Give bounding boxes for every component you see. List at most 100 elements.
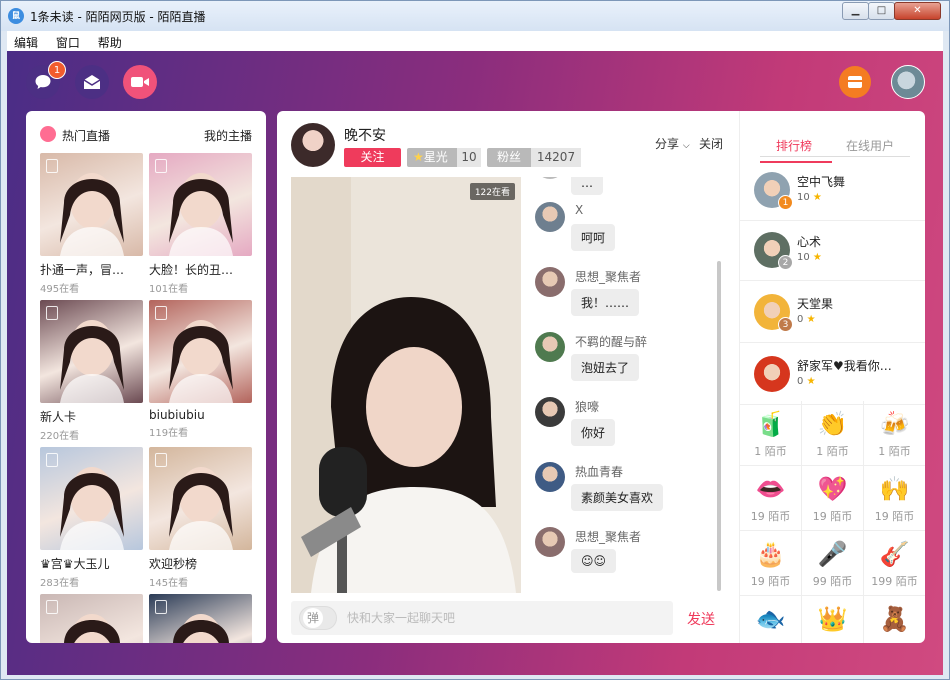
follow-button[interactable]: 关注 (344, 148, 401, 167)
chat-avatar[interactable] (535, 177, 565, 179)
menu-help[interactable]: 帮助 (91, 31, 129, 51)
gift-price: 19 陌币 (812, 510, 853, 523)
chat-avatar[interactable] (535, 397, 565, 427)
tab-ranking[interactable]: 排行榜 (759, 137, 833, 163)
live-video[interactable]: 122在看 (291, 177, 521, 593)
gift-price: 199 陌币 (871, 575, 918, 588)
share-button[interactable]: 分享 ⌵ (655, 135, 690, 152)
gift-icon: 💖 (817, 475, 848, 503)
chat-username[interactable]: 不羁的醒与醉 (575, 333, 647, 350)
chat-avatar[interactable] (535, 527, 565, 557)
gift-item[interactable]: 🧸 (864, 596, 925, 643)
live-camera-button[interactable] (123, 65, 157, 99)
title-bar: 鼠 1条未读 - 陌陌网页版 - 陌陌直播 ▁ □ ✕ (1, 1, 949, 31)
gift-item[interactable]: 👏 1 陌币 (802, 401, 864, 466)
starlight-value: 10 (457, 148, 481, 167)
chat-input-bar: 弹 (291, 601, 673, 635)
ranking-score: 10 ★ (797, 252, 822, 263)
gift-icon: 👑 (817, 605, 848, 633)
gift-item[interactable]: 💖 19 陌币 (802, 466, 864, 531)
danmaku-toggle[interactable]: 弹 (299, 606, 337, 630)
wallet-button[interactable] (839, 66, 871, 98)
chat-button[interactable]: 1 (26, 61, 66, 99)
video-camera-icon (131, 77, 149, 87)
gift-item[interactable]: 🎤 99 陌币 (802, 531, 864, 596)
chat-username[interactable]: 思想_聚焦者 (575, 528, 641, 545)
live-thumbnail[interactable] (149, 447, 252, 550)
chat-input[interactable] (347, 608, 657, 628)
starlight-label: 星光 (423, 150, 448, 164)
ranking-score-value: 10 (797, 192, 810, 203)
live-card[interactable]: ♛宫♛大玉儿 283在看 (40, 447, 143, 589)
ranking-name: 心术 (797, 235, 822, 249)
live-card[interactable]: biubiubiu 119在看 (149, 300, 252, 439)
ranking-row[interactable]: 2 心术 10 ★ (740, 221, 925, 281)
live-card[interactable] (149, 594, 252, 643)
live-card-title: 扑通一声，冒… (40, 263, 125, 277)
ranking-tabs: 排行榜 在线用户 (759, 133, 910, 163)
gift-item[interactable]: 🎸 199 陌币 (864, 531, 925, 596)
gift-item[interactable]: 🐟 (740, 596, 802, 643)
minimize-button[interactable]: ▁ (842, 2, 869, 20)
ranking-name: 舒家军♥我看你… (797, 359, 892, 373)
rank-badge: 1 (778, 195, 793, 210)
live-thumbnail[interactable] (149, 153, 252, 256)
gift-price: 19 陌币 (750, 510, 791, 523)
gift-icon: 🧃 (755, 410, 786, 438)
close-window-button[interactable]: ✕ (894, 2, 941, 20)
chat-avatar[interactable] (535, 202, 565, 232)
envelope-icon (83, 75, 101, 89)
live-thumbnail[interactable] (149, 300, 252, 403)
gift-item[interactable]: 🧃 1 陌币 (740, 401, 802, 466)
chat-username[interactable]: X (575, 203, 583, 217)
live-thumbnail[interactable] (40, 153, 143, 256)
chat-bubble: 呵呵 (571, 224, 616, 251)
my-host-link[interactable]: 我的主播 (204, 127, 252, 144)
menu-edit[interactable]: 编辑 (7, 31, 45, 51)
live-thumbnail[interactable] (40, 594, 143, 643)
chat-bubble: … (571, 177, 603, 195)
ranking-row[interactable]: 舒家军♥我看你… 0 ★ (740, 345, 925, 405)
live-card[interactable]: 大脸！长的丑… 101在看 (149, 153, 252, 295)
wallet-icon (848, 76, 862, 88)
host-avatar[interactable] (291, 123, 335, 167)
live-thumbnail[interactable] (149, 594, 252, 643)
live-thumbnail[interactable] (40, 447, 143, 550)
ranking-row[interactable]: 1 空中飞舞 10 ★ (740, 161, 925, 221)
ranking-avatar[interactable] (754, 356, 790, 392)
gift-item[interactable]: 🙌 19 陌币 (864, 466, 925, 531)
live-card[interactable]: 新人卡 220在看 (40, 300, 143, 442)
hot-live-title: 热门直播 (62, 129, 111, 143)
gift-item[interactable]: 🎂 19 陌币 (740, 531, 802, 596)
main-stage: 1 热门直播 我的主播 扑通一声，冒… 495在看 大脸！长的丑… 101在看 新人卡 2… (7, 51, 943, 675)
chat-username[interactable]: 热血青春 (575, 463, 623, 480)
fans-value: 14207 (531, 148, 581, 167)
tab-online-users[interactable]: 在线用户 (846, 137, 894, 154)
live-card-title: 大脸！长的丑… (149, 263, 234, 277)
close-room-button[interactable]: 关闭 (699, 135, 723, 152)
chat-scrollbar[interactable] (717, 261, 721, 591)
live-thumbnail[interactable] (40, 300, 143, 403)
chat-avatar[interactable] (535, 462, 565, 492)
live-card[interactable] (40, 594, 143, 643)
menu-window[interactable]: 窗口 (49, 31, 87, 51)
gift-item[interactable]: 🍻 1 陌币 (864, 401, 925, 466)
chat-avatar[interactable] (535, 267, 565, 297)
app-window: 鼠 1条未读 - 陌陌网页版 - 陌陌直播 ▁ □ ✕ 编辑 窗口 帮助 1 热… (0, 0, 950, 680)
chat-avatar[interactable] (535, 332, 565, 362)
live-card[interactable]: 欢迎秒榜 145在看 (149, 447, 252, 589)
send-button[interactable]: 发送 (687, 609, 715, 629)
gift-item[interactable]: 👑 (802, 596, 864, 643)
gift-item[interactable]: 👄 19 陌币 (740, 466, 802, 531)
mail-button[interactable] (75, 65, 109, 99)
chat-bubble: 泡妞去了 (571, 354, 640, 381)
ranking-row[interactable]: 3 天堂果 0 ★ (740, 283, 925, 343)
unread-badge: 1 (48, 61, 66, 79)
live-card-viewers: 220在看 (40, 431, 80, 442)
user-avatar[interactable] (891, 65, 925, 99)
ranking-score: 10 ★ (797, 192, 822, 203)
maximize-button[interactable]: □ (868, 2, 895, 20)
chat-username[interactable]: 狼嚎 (575, 398, 599, 415)
chat-username[interactable]: 思想_聚焦者 (575, 268, 641, 285)
live-card[interactable]: 扑通一声，冒… 495在看 (40, 153, 143, 295)
